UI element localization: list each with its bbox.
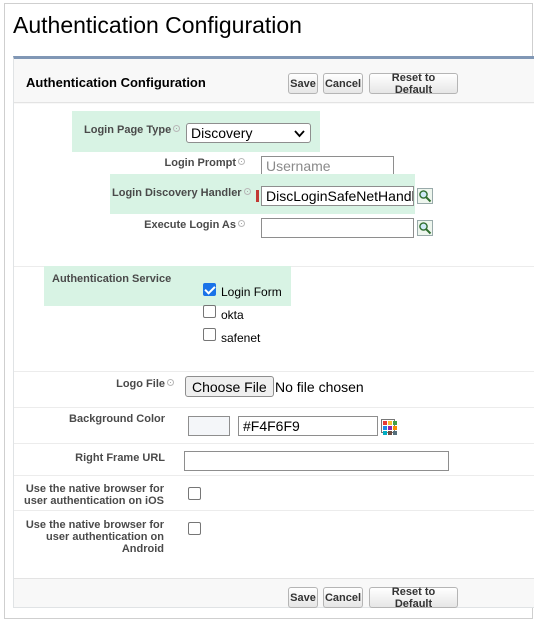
save-button-top[interactable]: Save: [288, 73, 318, 94]
okta-label: okta: [221, 308, 244, 322]
help-icon[interactable]: [238, 158, 245, 165]
reset-button-top[interactable]: Reset to Default: [369, 72, 458, 96]
native-browser-ios-label: Use the native browser for user authenti…: [18, 483, 164, 507]
row-divider: [14, 407, 534, 408]
login-prompt-input[interactable]: Username: [261, 156, 394, 176]
native-browser-ios-label-line: Use the native browser for: [25, 483, 164, 495]
native-browser-android-label-line: user authentication on: [46, 531, 164, 543]
reset-button-bottom[interactable]: Reset to Default: [369, 586, 458, 610]
native-browser-ios-checkbox[interactable]: [188, 487, 201, 500]
save-button-bottom[interactable]: Save: [288, 587, 318, 608]
right-frame-url-input[interactable]: [184, 451, 449, 471]
config-panel: Authentication Configuration Save Cancel…: [13, 56, 534, 610]
help-icon[interactable]: [167, 379, 174, 386]
logo-file-label-text: Logo File: [116, 378, 165, 390]
native-browser-android-checkbox[interactable]: [188, 522, 201, 535]
panel-header: Authentication Configuration Save Cancel…: [14, 59, 534, 103]
execute-login-as-input[interactable]: [261, 218, 414, 238]
login-prompt-label: Login Prompt: [134, 157, 245, 169]
login-page-type-label-text: Login Page Type: [84, 124, 172, 136]
section-divider: [14, 371, 534, 372]
chevron-down-icon: [294, 130, 305, 138]
help-icon[interactable]: [243, 188, 251, 195]
login-page-type-select[interactable]: Discovery: [186, 123, 311, 143]
discovery-handler-input[interactable]: DiscLoginSafeNetHandler: [261, 186, 414, 206]
execute-login-as-label-text: Execute Login As: [144, 219, 236, 231]
execute-login-as-label: Execute Login As: [134, 219, 245, 231]
safenet-label: safenet: [221, 331, 261, 345]
login-page-type-value: Discovery: [191, 125, 253, 141]
color-picker-icon[interactable]: [381, 419, 397, 435]
discovery-handler-label-text: Login Discovery Handler: [112, 187, 242, 199]
background-color-label: Background Color: [69, 413, 165, 425]
lookup-icon[interactable]: [417, 220, 433, 236]
okta-checkbox[interactable]: [203, 305, 216, 318]
native-browser-android-label-line: Android: [121, 543, 164, 555]
logo-file-label: Logo File: [74, 378, 174, 390]
native-browser-ios-label-line: user authentication on iOS: [24, 495, 164, 507]
background-color-value: #F4F6F9: [243, 418, 300, 434]
discovery-handler-value: DiscLoginSafeNetHandler: [266, 188, 414, 204]
safenet-checkbox[interactable]: [203, 328, 216, 341]
page-title: Authentication Configuration: [13, 12, 302, 38]
window-frame: Authentication Configuration Authenticat…: [4, 3, 534, 619]
choose-file-button[interactable]: Choose File: [185, 376, 274, 397]
cancel-button-top[interactable]: Cancel: [323, 73, 363, 94]
row-divider: [14, 475, 534, 476]
help-icon[interactable]: [238, 220, 245, 227]
discovery-handler-label: Login Discovery Handler: [112, 187, 251, 199]
cancel-button-bottom[interactable]: Cancel: [323, 587, 363, 608]
login-page-type-label: Login Page Type: [84, 124, 181, 136]
required-indicator: [256, 190, 259, 202]
login-prompt-placeholder: Username: [266, 158, 331, 174]
auth-service-label: Authentication Service: [52, 273, 172, 285]
background-color-input[interactable]: #F4F6F9: [238, 416, 378, 436]
lookup-icon[interactable]: [417, 188, 433, 204]
native-browser-android-label: Use the native browser for user authenti…: [18, 519, 164, 555]
row-divider: [14, 443, 534, 444]
right-frame-url-label: Right Frame URL: [75, 452, 165, 464]
file-status: No file chosen: [275, 379, 364, 395]
footer-divider: [14, 578, 534, 579]
panel-title: Authentication Configuration: [26, 75, 206, 90]
native-browser-android-label-line: Use the native browser for: [25, 519, 164, 531]
login-form-checkbox[interactable]: [203, 283, 216, 296]
color-swatch[interactable]: [188, 416, 230, 436]
login-form-label: Login Form: [221, 285, 282, 299]
row-divider: [14, 510, 534, 511]
login-prompt-label-text: Login Prompt: [164, 157, 237, 169]
